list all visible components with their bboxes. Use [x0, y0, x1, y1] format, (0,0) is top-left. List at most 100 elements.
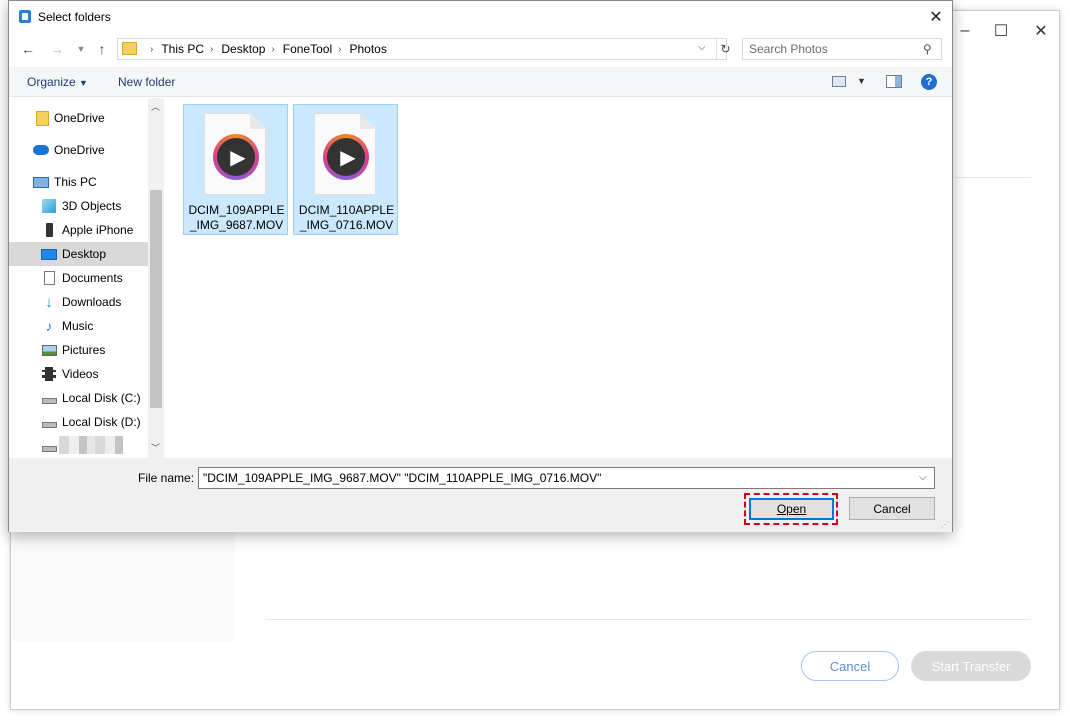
file-name-input[interactable]: "DCIM_109APPLE_IMG_9687.MOV" "DCIM_110AP…: [198, 467, 935, 489]
computer-icon: [33, 175, 49, 190]
file-item[interactable]: ▶ DCIM_110APPLE_IMG_0716.MOV: [293, 104, 398, 235]
sidebar-item-label: Videos: [62, 367, 99, 381]
background-cancel-button[interactable]: Cancel: [801, 651, 899, 681]
sidebar-item-label: Downloads: [62, 295, 122, 309]
chevron-down-icon[interactable]: ▼: [857, 76, 866, 86]
dialog-titlebar[interactable]: Select folders ✕: [9, 1, 952, 33]
drive-icon: [41, 439, 57, 454]
file-item[interactable]: ▶ DCIM_109APPLE_IMG_9687.MOV: [183, 104, 288, 235]
sidebar-item-label: Pictures: [62, 343, 106, 357]
sidebar-item-this-pc[interactable]: This PC: [9, 170, 148, 194]
sidebar-item-onedrive-folder[interactable]: OneDrive: [9, 106, 148, 130]
sidebar-item-local-disk-c[interactable]: Local Disk (C:): [9, 386, 148, 410]
refresh-icon[interactable]: ↻: [716, 39, 734, 59]
sidebar-item-label: Local Disk (D:): [62, 415, 141, 429]
change-view-icon[interactable]: [832, 76, 846, 87]
dialog-title: Select folders: [38, 10, 111, 24]
sidebar-item-label: 3D Objects: [62, 199, 122, 213]
file-list: ▶ DCIM_109APPLE_IMG_9687.MOV ▶ DCIM_110A…: [172, 98, 952, 458]
video-icon: [41, 367, 57, 382]
recent-locations-icon[interactable]: ▼: [71, 39, 91, 59]
chevron-right-icon[interactable]: ›: [210, 44, 213, 55]
sidebar-item-label: Documents: [62, 271, 123, 285]
command-toolbar: Organize ▼ New folder ▼ ?: [9, 67, 952, 97]
maximize-icon[interactable]: ☐: [991, 21, 1011, 41]
close-icon[interactable]: ✕: [921, 3, 951, 31]
sidebar-item-videos[interactable]: Videos: [9, 362, 148, 386]
cube-icon: [41, 199, 57, 214]
sidebar-item-label: OneDrive: [54, 111, 105, 125]
file-document-icon: ▶: [314, 113, 376, 195]
document-icon: [41, 271, 57, 286]
breadcrumb-item[interactable]: Photos: [349, 42, 386, 56]
app-icon: [19, 10, 31, 23]
chevron-right-icon[interactable]: ›: [338, 44, 341, 55]
navigation-scrollbar[interactable]: ︿ ﹀: [148, 98, 164, 458]
sidebar-item-3d-objects[interactable]: 3D Objects: [9, 194, 148, 218]
picture-icon: [41, 343, 57, 358]
file-name: DCIM_109APPLE_IMG_9687.MOV: [188, 203, 285, 232]
music-icon: ♪: [45, 318, 53, 334]
dialog-footer: File name: "DCIM_109APPLE_IMG_9687.MOV" …: [9, 458, 952, 532]
forward-arrow-icon[interactable]: →: [47, 39, 67, 59]
navigation-pane: OneDrive OneDrive This PC 3D Objects App…: [9, 98, 164, 458]
sidebar-item-documents[interactable]: Documents: [9, 266, 148, 290]
cancel-button[interactable]: Cancel: [849, 497, 935, 520]
redacted-label: [59, 436, 123, 454]
sidebar-item-apple-iphone[interactable]: Apple iPhone: [9, 218, 148, 242]
sidebar-item-label: Music: [62, 319, 94, 333]
close-icon[interactable]: ✕: [1031, 21, 1051, 41]
sidebar-item-label: OneDrive: [54, 143, 105, 157]
search-input[interactable]: Search Photos ⚲: [742, 38, 942, 60]
chevron-up-icon[interactable]: ︿: [151, 100, 160, 113]
back-arrow-icon[interactable]: ←: [18, 39, 38, 59]
breadcrumb-item[interactable]: This PC: [161, 42, 204, 56]
folder-icon: [122, 42, 137, 55]
play-icon: ▶: [323, 134, 369, 180]
resize-grip-icon[interactable]: ⋰: [941, 520, 949, 529]
chevron-down-icon[interactable]: ⌵: [698, 42, 706, 53]
folder-icon: [34, 110, 50, 126]
open-button-label: Open: [776, 502, 807, 516]
breadcrumb-item[interactable]: FoneTool: [283, 42, 332, 56]
chevron-down-icon[interactable]: ⌵: [919, 472, 927, 483]
search-icon[interactable]: ⚲: [923, 42, 932, 56]
minimize-icon[interactable]: –: [955, 21, 975, 41]
download-icon: ↓: [45, 293, 53, 311]
up-arrow-icon[interactable]: ↑: [92, 39, 112, 59]
chevron-down-icon: ▼: [79, 78, 88, 88]
breadcrumb: › This PC › Desktop › FoneTool › Photos: [144, 42, 387, 56]
sidebar-item-redacted-drive[interactable]: [9, 434, 148, 458]
sidebar-item-label: Local Disk (C:): [62, 391, 141, 405]
open-button[interactable]: Open: [749, 498, 834, 520]
sidebar-item-pictures[interactable]: Pictures: [9, 338, 148, 362]
preview-pane-icon[interactable]: [886, 75, 902, 88]
organize-button[interactable]: Organize ▼: [27, 75, 88, 89]
help-icon[interactable]: ?: [921, 74, 937, 90]
chevron-down-icon[interactable]: ﹀: [151, 441, 160, 454]
chevron-right-icon[interactable]: ›: [271, 44, 274, 55]
sidebar-item-local-disk-d[interactable]: Local Disk (D:): [9, 410, 148, 434]
cloud-icon: [33, 143, 49, 158]
file-name-value: "DCIM_109APPLE_IMG_9687.MOV" "DCIM_110AP…: [203, 471, 602, 485]
sidebar-item-label: Apple iPhone: [62, 223, 134, 237]
address-bar[interactable]: › This PC › Desktop › FoneTool › Photos …: [117, 38, 731, 60]
desktop-icon: [41, 247, 57, 262]
sidebar-item-desktop[interactable]: Desktop: [9, 242, 148, 266]
sidebar-item-downloads[interactable]: ↓ Downloads: [9, 290, 148, 314]
file-document-icon: ▶: [204, 113, 266, 195]
file-name: DCIM_110APPLE_IMG_0716.MOV: [298, 203, 395, 232]
sidebar-item-music[interactable]: ♪ Music: [9, 314, 148, 338]
drive-icon: [41, 415, 57, 430]
start-transfer-button[interactable]: Start Transfer: [911, 651, 1031, 681]
sidebar-item-onedrive-cloud[interactable]: OneDrive: [9, 138, 148, 162]
new-folder-button[interactable]: New folder: [118, 75, 175, 89]
divider: [955, 177, 1031, 178]
scrollbar-thumb[interactable]: [150, 190, 162, 408]
search-placeholder: Search Photos: [749, 42, 828, 56]
chevron-right-icon: ›: [150, 43, 154, 55]
file-name-label: File name:: [138, 471, 195, 485]
breadcrumb-item[interactable]: Desktop: [221, 42, 265, 56]
sidebar-item-label: Desktop: [62, 247, 107, 261]
organize-label: Organize: [27, 75, 76, 89]
